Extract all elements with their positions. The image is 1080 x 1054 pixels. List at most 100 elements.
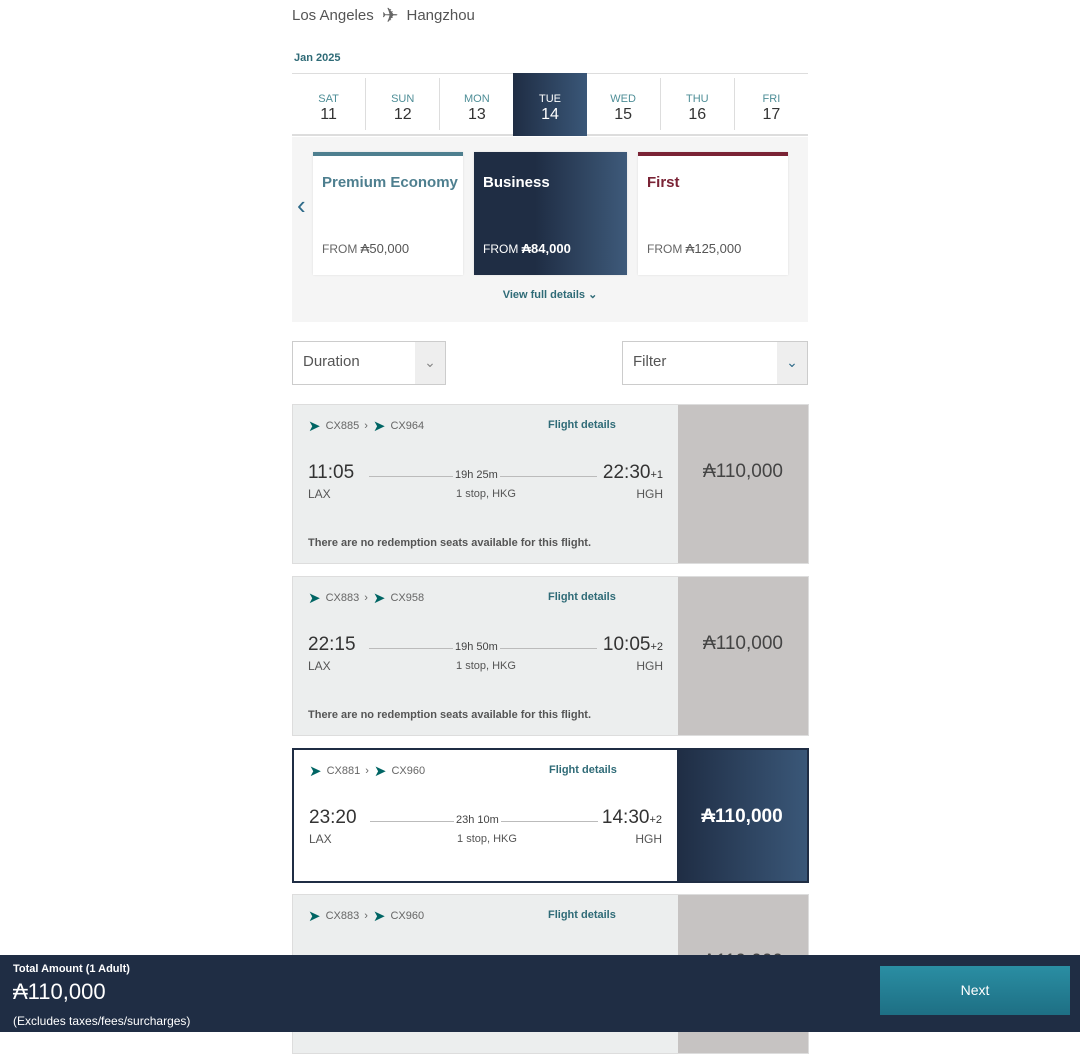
month-label: Jan 2025 xyxy=(294,52,341,64)
airline-logo-icon: ➤ xyxy=(308,590,321,607)
destination: Hangzhou xyxy=(406,7,475,24)
day-of-week: MON xyxy=(464,93,490,105)
date-tab[interactable]: WED 15 xyxy=(587,78,660,130)
day-number: 16 xyxy=(688,106,707,123)
cabin-price: FROM ₳125,000 xyxy=(647,241,741,256)
flight-number: CX964 xyxy=(390,420,425,432)
date-tab[interactable]: MON 13 xyxy=(439,78,513,130)
arrival-airport: HGH xyxy=(635,832,662,846)
date-tab[interactable]: SUN 12 xyxy=(365,78,439,130)
airline-logo-icon: ➤ xyxy=(372,908,386,925)
arrival-airport: HGH xyxy=(636,487,663,501)
stops: 1 stop, HKG xyxy=(456,488,516,500)
sort-dropdown[interactable]: Duration ⌄ xyxy=(292,341,446,385)
flight-details-link[interactable]: Flight details xyxy=(548,419,616,431)
date-tab[interactable]: SAT 11 xyxy=(292,78,365,130)
price: ₳84,000 xyxy=(521,241,571,256)
cabin-price: FROM ₳50,000 xyxy=(322,241,409,256)
stops: 1 stop, HKG xyxy=(456,660,516,672)
flight-number: CX883 xyxy=(325,910,360,922)
cabin-selector: Premium Economy FROM ₳50,000 Business FR… xyxy=(292,137,808,322)
day-offset: +2 xyxy=(650,641,663,653)
duration: 19h 50m xyxy=(453,641,500,653)
day-of-week: THU xyxy=(685,93,709,105)
airline-logo-icon: ➤ xyxy=(372,418,386,435)
total-amount: ₳110,000 xyxy=(13,979,106,1004)
duration: 19h 25m xyxy=(453,469,500,481)
flight-details-link[interactable]: Flight details xyxy=(548,909,616,921)
departure-airport: LAX xyxy=(308,487,331,501)
flight-price[interactable]: ₳110,000 xyxy=(678,405,808,563)
date-tab-selected[interactable]: TUE 14 xyxy=(513,73,587,136)
airline-logo-icon: ➤ xyxy=(372,590,386,607)
availability-note: There are no redemption seats available … xyxy=(308,537,592,549)
from-label: FROM xyxy=(483,242,519,256)
departure-airport: LAX xyxy=(308,659,331,673)
day-offset: +1 xyxy=(650,469,663,481)
footer-bar: Total Amount (1 Adult) ₳110,000 (Exclude… xyxy=(0,955,1080,1032)
flight-price[interactable]: ₳110,000 xyxy=(677,750,807,881)
airline-logo-icon: ➤ xyxy=(309,763,322,780)
airline-logo-icon: ➤ xyxy=(373,763,387,780)
departure-time: 22:15 xyxy=(308,634,356,655)
flight-number: CX883 xyxy=(325,592,360,604)
flight-details-link[interactable]: Flight details xyxy=(548,591,616,603)
flight-number: CX881 xyxy=(326,765,361,777)
cabin-name: Premium Economy xyxy=(322,174,458,191)
chevron-down-icon: ⌄ xyxy=(415,342,445,384)
date-tab[interactable]: THU 16 xyxy=(659,78,734,130)
departure-time: 23:20 xyxy=(309,807,357,828)
airline-logo-icon: ➤ xyxy=(308,418,321,435)
stops: 1 stop, HKG xyxy=(457,833,517,845)
cabin-price: FROM ₳84,000 xyxy=(483,241,571,256)
date-tab[interactable]: FRI 17 xyxy=(733,78,808,130)
day-of-week: WED xyxy=(610,93,636,105)
from-label: FROM xyxy=(322,242,358,256)
sort-value: Duration xyxy=(303,353,360,370)
airline-logo-icon: ➤ xyxy=(308,908,321,925)
arrival-airport: HGH xyxy=(636,659,663,673)
flight-card-selected[interactable]: ➤ CX881 › ➤ CX960 Flight details 23:20 LAX 2… xyxy=(292,748,809,883)
flight-card[interactable]: ➤ CX883 › ➤ CX958 Flight details 22:15 LAX 1… xyxy=(292,576,809,736)
departure-time: 11:05 xyxy=(308,462,355,483)
day-of-week: TUE xyxy=(538,93,561,105)
day-number: 12 xyxy=(393,106,412,123)
flight-details-link[interactable]: Flight details xyxy=(549,764,617,776)
day-number: 11 xyxy=(320,106,337,123)
route-title: Los Angeles ✈ Hangzhou xyxy=(292,3,475,28)
price: ₳125,000 xyxy=(685,241,742,256)
cabin-card-business[interactable]: Business FROM ₳84,000 xyxy=(474,152,627,275)
availability-note: There are no redemption seats available … xyxy=(308,709,592,721)
day-number: 17 xyxy=(762,106,781,123)
chevron-left-icon[interactable]: ‹ xyxy=(297,190,306,221)
arrival-time: 22:30+1 xyxy=(602,462,663,483)
day-number: 14 xyxy=(541,106,559,123)
filter-dropdown[interactable]: Filter ⌄ xyxy=(622,341,808,385)
cabin-card-first[interactable]: First FROM ₳125,000 xyxy=(638,152,788,275)
cabin-name: Business xyxy=(483,174,550,191)
flight-card[interactable]: ➤ CX885 › ➤ CX964 Flight details 11:05 LAX 1… xyxy=(292,404,809,564)
total-label: Total Amount (1 Adult) xyxy=(13,963,130,975)
cabin-name: First xyxy=(647,174,680,191)
flight-number: CX960 xyxy=(391,765,426,777)
flight-price[interactable]: ₳110,000 xyxy=(678,577,808,735)
flight-number: CX958 xyxy=(390,592,425,604)
duration: 23h 10m xyxy=(454,814,501,826)
plane-icon: ✈ xyxy=(381,5,399,27)
cabin-card-premium-economy[interactable]: Premium Economy FROM ₳50,000 xyxy=(313,152,463,275)
date-strip: SAT 11 SUN 12 MON 13 TUE 14 WED 15 THU 16 FRI 1… xyxy=(292,73,808,136)
day-of-week: SAT xyxy=(318,93,339,105)
filter-value: Filter xyxy=(633,353,667,370)
day-of-week: SUN xyxy=(391,93,415,105)
origin: Los Angeles xyxy=(292,7,374,24)
from-label: FROM xyxy=(647,242,683,256)
flight-number: CX885 xyxy=(325,420,360,432)
view-full-details-link[interactable]: View full details ⌄ xyxy=(292,288,808,301)
flight-number: CX960 xyxy=(390,910,425,922)
departure-airport: LAX xyxy=(309,832,332,846)
price: ₳50,000 xyxy=(360,241,410,256)
next-button[interactable]: Next xyxy=(880,966,1070,1015)
day-of-week: FRI xyxy=(762,93,781,105)
day-number: 15 xyxy=(614,106,633,123)
chevron-down-icon: ⌄ xyxy=(777,342,807,384)
